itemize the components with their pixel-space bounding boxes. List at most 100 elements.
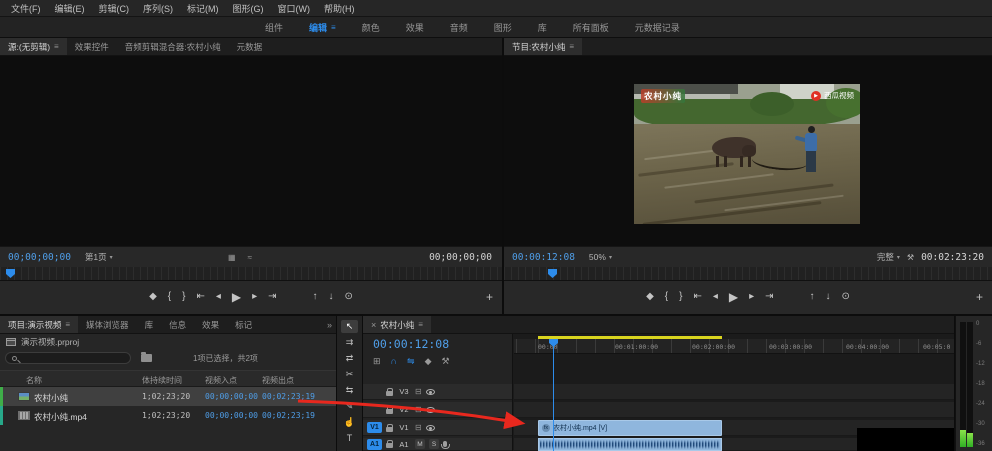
column-header-video-out[interactable]: 视频出点 — [262, 375, 294, 386]
source-overwrite-icon[interactable]: ↓ — [329, 292, 334, 302]
workspace-menu-icon[interactable]: ≡ — [331, 23, 336, 32]
program-lift-icon[interactable]: ↑ — [810, 292, 815, 302]
program-panel-menu-icon[interactable]: ≡ — [569, 42, 574, 51]
tab-program[interactable]: 节目:农村小纯 ≡ — [504, 38, 582, 55]
workspace-tab-audio[interactable]: 音频 — [437, 21, 481, 34]
source-patch-v1[interactable]: V1 — [367, 422, 382, 433]
program-go-to-out-icon[interactable]: ⇥ — [765, 292, 773, 302]
menu-markers[interactable]: 标记(M) — [180, 2, 226, 15]
source-panel-menu-icon[interactable]: ≡ — [54, 42, 59, 51]
workspace-tab-assembly[interactable]: 组件 — [252, 21, 296, 34]
workspace-tab-all-panels[interactable]: 所有面板 — [560, 21, 622, 34]
source-step-back-icon[interactable]: ◂ — [216, 292, 221, 302]
tab-media-browser[interactable]: 媒体浏览器 — [78, 316, 137, 333]
menu-help[interactable]: 帮助(H) — [317, 2, 362, 15]
tab-markers[interactable]: 标记 — [227, 316, 260, 333]
timeline-playhead-line[interactable] — [553, 339, 554, 451]
program-go-to-in-icon[interactable]: ⇤ — [693, 292, 701, 302]
column-header-name[interactable]: 名称 — [26, 375, 42, 386]
source-button-editor-add[interactable]: + — [486, 291, 493, 303]
source-play-button[interactable]: ▶ — [232, 291, 241, 303]
source-mark-in-icon[interactable]: { — [168, 292, 171, 302]
workspace-tab-graphics[interactable]: 图形 — [481, 21, 525, 34]
tab-info[interactable]: 信息 — [161, 316, 194, 333]
program-add-marker-icon[interactable]: ◆ — [646, 292, 654, 302]
source-step-forward-icon[interactable]: ▸ — [252, 292, 257, 302]
sync-lock-icon[interactable]: ⊟ — [415, 423, 422, 432]
workspace-tab-editing[interactable]: 编辑 ≡ — [296, 21, 349, 34]
lock-icon[interactable] — [386, 409, 393, 414]
slip-tool[interactable]: ⇆ — [341, 384, 358, 397]
source-patch-slot[interactable] — [367, 404, 382, 415]
program-button-editor-add[interactable]: + — [976, 291, 983, 303]
drag-video-icon[interactable]: ▦ — [228, 253, 236, 262]
linked-selection-icon[interactable]: ⇋ — [407, 356, 415, 367]
sync-lock-icon[interactable]: ⊟ — [415, 405, 422, 414]
video-clip[interactable]: fx 农村小纯.mp4 [V] — [538, 420, 722, 436]
sync-lock-icon[interactable]: ⊟ — [415, 387, 422, 396]
selection-tool[interactable]: ↖ — [341, 320, 358, 333]
source-patch-slot[interactable] — [367, 386, 382, 397]
type-tool[interactable]: T — [341, 432, 358, 445]
razor-tool[interactable]: ✂ — [341, 368, 358, 381]
ripple-edit-tool[interactable]: ⇄ — [341, 352, 358, 365]
program-playhead[interactable] — [548, 269, 557, 278]
project-item-row-sequence[interactable]: 农村小纯 1;02;23;20 00;00;00;00 00;02;23;19 — [0, 387, 336, 406]
audio-clip[interactable] — [538, 438, 722, 451]
workspace-tab-color[interactable]: 颜色 — [349, 21, 393, 34]
project-item-row-clip[interactable]: 农村小纯.mp4 1;02;23;20 00;00;00;00 00;02;23… — [0, 406, 336, 425]
new-bin-icon[interactable] — [141, 354, 152, 362]
lock-icon[interactable] — [386, 427, 393, 432]
tab-overflow-icon[interactable]: » — [327, 316, 332, 334]
lock-icon[interactable] — [386, 443, 393, 448]
track-output-eye-icon[interactable] — [426, 407, 435, 413]
add-marker-icon[interactable]: ◆ — [425, 356, 432, 367]
source-export-frame-icon[interactable]: ⊙ — [345, 292, 353, 302]
tab-audio-clip-mixer[interactable]: 音频剪辑混合器:农村小纯 — [117, 38, 229, 55]
menu-clip[interactable]: 剪辑(C) — [92, 2, 137, 15]
menu-sequence[interactable]: 序列(S) — [136, 2, 180, 15]
tab-metadata[interactable]: 元数据 — [229, 38, 271, 55]
track-select-forward-tool[interactable]: ⇉ — [341, 336, 358, 349]
track-output-eye-icon[interactable] — [426, 389, 435, 395]
workspace-tab-metadata-logging[interactable]: 元数据记录 — [622, 21, 693, 34]
timeline-panel-menu-icon[interactable]: ≡ — [418, 320, 423, 329]
program-settings-wrench-icon[interactable]: ⚒ — [907, 253, 914, 262]
program-play-button[interactable]: ▶ — [729, 291, 738, 303]
solo-button[interactable]: S — [429, 439, 439, 449]
tab-libraries[interactable]: 库 — [137, 316, 162, 333]
program-quality-select[interactable]: 完整 ▾ — [877, 251, 900, 263]
program-zoom-select[interactable]: 50% ▾ — [589, 252, 612, 262]
menu-edit[interactable]: 编辑(E) — [48, 2, 92, 15]
source-insert-icon[interactable]: ↑ — [313, 292, 318, 302]
menu-file[interactable]: 文件(F) — [4, 2, 48, 15]
source-go-to-in-icon[interactable]: ⇤ — [196, 292, 204, 302]
source-patch-a1[interactable]: A1 — [367, 439, 382, 450]
drag-audio-icon[interactable]: ≈ — [248, 253, 252, 262]
program-scrubber[interactable] — [504, 267, 992, 281]
source-add-marker-icon[interactable]: ◆ — [149, 292, 157, 302]
program-export-frame-icon[interactable]: ⊙ — [842, 292, 850, 302]
source-mark-out-icon[interactable]: } — [182, 292, 185, 302]
program-extract-icon[interactable]: ↓ — [826, 292, 831, 302]
track-name-v3[interactable]: V3 — [397, 387, 411, 396]
timeline-current-timecode[interactable]: 00:00:12:08 — [373, 337, 449, 351]
snap-magnet-icon[interactable]: ∩ — [391, 356, 397, 367]
mute-button[interactable]: M — [415, 439, 425, 449]
hand-tool[interactable]: ☝ — [341, 416, 358, 429]
source-scrubber[interactable] — [0, 267, 502, 281]
tab-effects[interactable]: 效果 — [194, 316, 227, 333]
program-mark-in-icon[interactable]: { — [665, 292, 668, 302]
nest-sequence-icon[interactable]: ⊞ — [373, 356, 381, 367]
workspace-tab-effects[interactable]: 效果 — [393, 21, 437, 34]
workspace-tab-libraries[interactable]: 库 — [525, 21, 560, 34]
lock-icon[interactable] — [386, 391, 393, 396]
source-page-select[interactable]: 第1页 ▾ — [85, 251, 113, 263]
program-step-forward-icon[interactable]: ▸ — [749, 292, 754, 302]
track-output-eye-icon[interactable] — [426, 425, 435, 431]
track-lane-v3[interactable] — [514, 384, 954, 400]
tab-effect-controls[interactable]: 效果控件 — [67, 38, 117, 55]
menu-window[interactable]: 窗口(W) — [271, 2, 318, 15]
column-header-video-in[interactable]: 视频入点 — [205, 375, 237, 386]
track-lane-v2[interactable] — [514, 402, 954, 418]
